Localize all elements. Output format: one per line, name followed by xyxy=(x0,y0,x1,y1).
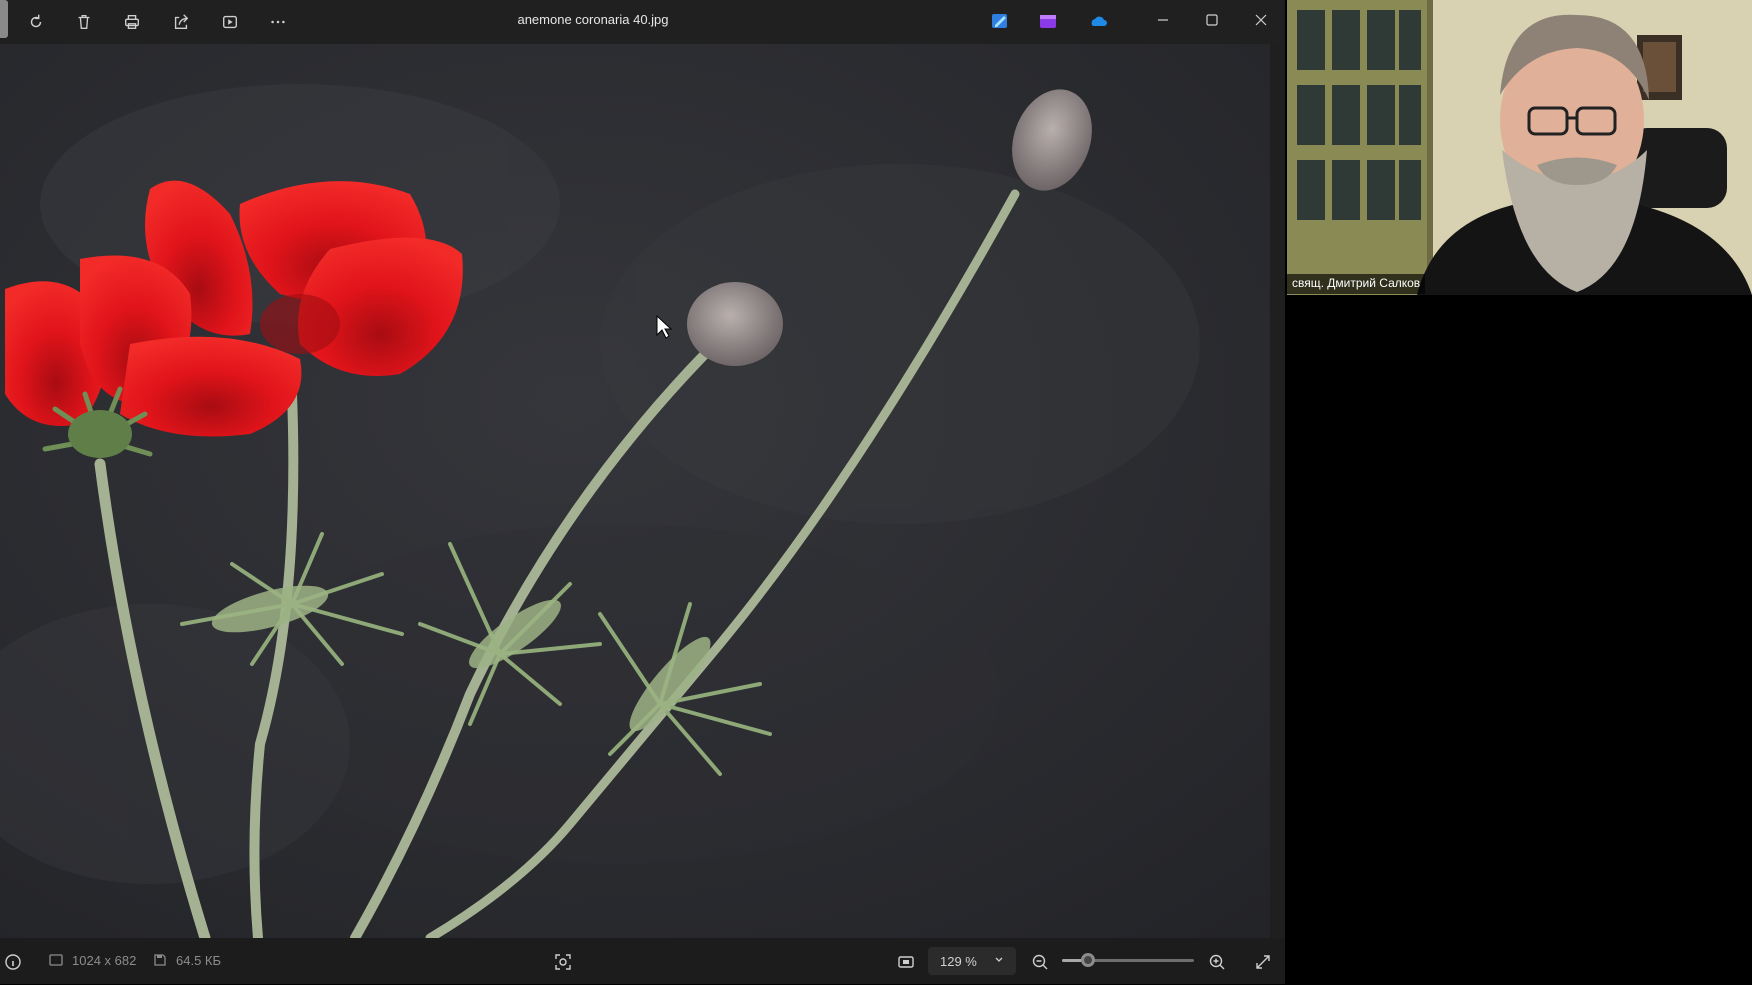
close-button[interactable] xyxy=(1236,0,1285,40)
zoom-out-icon xyxy=(1032,954,1048,970)
onedrive-icon[interactable] xyxy=(1088,11,1108,31)
slideshow-icon xyxy=(223,15,237,29)
zoom-slider[interactable] xyxy=(1062,953,1194,967)
anemone-photo xyxy=(0,44,1270,938)
share-button[interactable] xyxy=(167,8,195,36)
visual-search-icon xyxy=(555,954,571,970)
delete-icon xyxy=(78,15,90,29)
participant-video-frame xyxy=(1287,0,1752,295)
share-icon xyxy=(174,14,189,29)
zoom-out-button[interactable] xyxy=(1027,949,1053,975)
dimensions-text: 1024 x 682 xyxy=(72,952,137,968)
fit-screen-icon xyxy=(898,956,914,968)
print-button[interactable] xyxy=(118,8,146,36)
rotate-icon xyxy=(30,14,42,28)
visual-search-button[interactable] xyxy=(550,949,576,975)
photos-app-window: anemone coronaria 40.jpg 1024 x 682 64.5… xyxy=(0,0,1285,984)
participant-name-label: свящ. Дмитрий Салков xyxy=(1287,274,1426,294)
edit-app-icon[interactable] xyxy=(990,11,1010,31)
minimize-button[interactable] xyxy=(1138,0,1187,40)
zoom-level-text: 129 % xyxy=(940,953,977,969)
zoom-in-button[interactable] xyxy=(1204,949,1230,975)
zoom-slider-thumb[interactable] xyxy=(1081,953,1096,967)
more-icon xyxy=(271,20,285,24)
slideshow-button[interactable] xyxy=(216,8,244,36)
file-size: 64.5 КБ xyxy=(152,949,221,971)
image-viewer[interactable] xyxy=(0,44,1270,938)
minimize-icon xyxy=(1157,19,1168,21)
zoom-level-dropdown[interactable]: 129 % xyxy=(928,947,1016,975)
maximize-icon xyxy=(1205,14,1218,26)
maximize-button[interactable] xyxy=(1187,0,1236,40)
close-icon xyxy=(1255,14,1266,26)
image-size-icon xyxy=(49,954,63,966)
image-dimensions: 1024 x 682 xyxy=(48,949,136,971)
window-accent-tab xyxy=(0,0,8,38)
expand-icon xyxy=(1256,955,1270,969)
zoom-in-icon xyxy=(1209,954,1225,970)
delete-button[interactable] xyxy=(70,8,98,36)
info-icon xyxy=(5,954,21,970)
chevron-down-icon xyxy=(995,957,1003,962)
window-title: anemone coronaria 40.jpg xyxy=(517,12,669,27)
title-bar: anemone coronaria 40.jpg xyxy=(0,0,1285,44)
video-editor-icon[interactable] xyxy=(1038,11,1058,31)
file-size-text: 64.5 КБ xyxy=(176,952,222,968)
fit-to-window-button[interactable] xyxy=(893,949,919,975)
fullscreen-button[interactable] xyxy=(1250,949,1276,975)
participant-video[interactable] xyxy=(1287,0,1752,295)
more-button[interactable] xyxy=(264,8,292,36)
save-disk-icon xyxy=(154,954,166,966)
rotate-button[interactable] xyxy=(22,8,50,36)
print-icon xyxy=(125,15,139,29)
file-info-button[interactable] xyxy=(0,949,26,975)
